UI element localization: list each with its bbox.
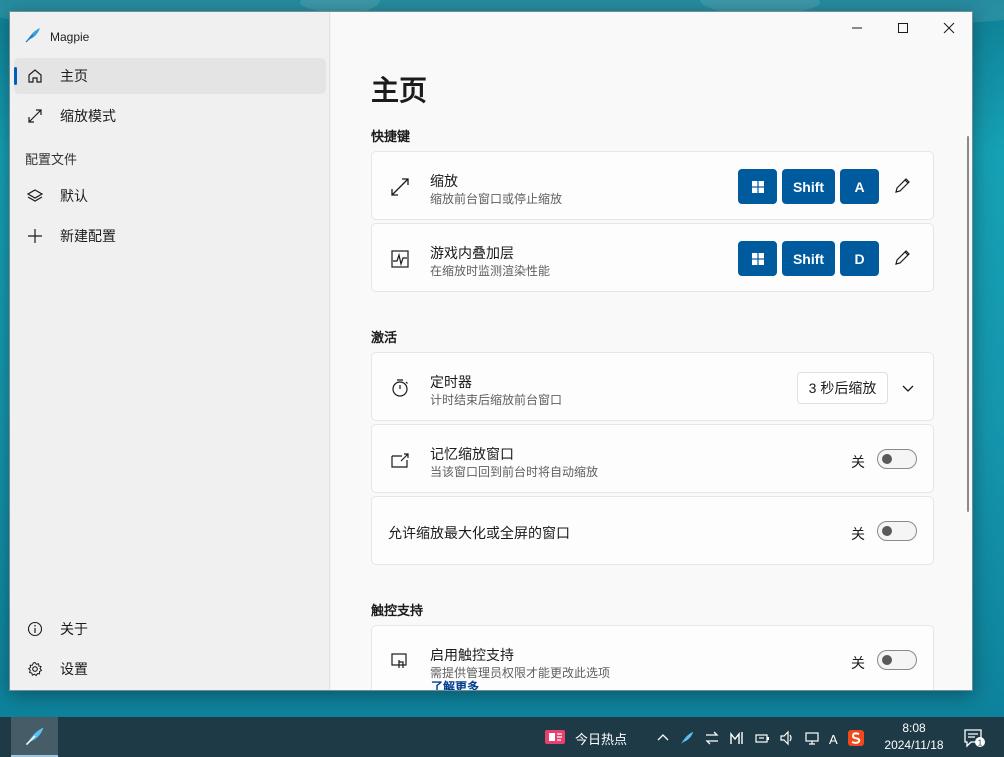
- allow-maximized-card: 允许缩放最大化或全屏的窗口 关: [371, 496, 934, 565]
- hotkey-card-scale: 缩放 缩放前台窗口或停止缩放 Shift A: [371, 151, 934, 220]
- letter-key: D: [840, 241, 879, 276]
- edit-pencil-icon[interactable]: [893, 247, 915, 269]
- nav-item-new-profile[interactable]: 新建配置: [14, 218, 326, 254]
- app-title: Magpie: [24, 26, 89, 47]
- edit-pencil-icon[interactable]: [893, 175, 915, 197]
- windows-key-icon: [738, 241, 777, 276]
- nav-item-about[interactable]: 关于: [14, 611, 326, 647]
- nav-label: 设置: [60, 661, 88, 677]
- card-subtitle: 在缩放时监测渲染性能: [430, 264, 551, 278]
- nav-item-home[interactable]: 主页: [14, 58, 326, 94]
- shift-key: Shift: [782, 241, 835, 276]
- main-content: 主页 快捷键 缩放 缩放前台窗口或停止缩放 Shift A 游戏内叠加层 在缩放…: [331, 12, 972, 690]
- remember-window-card: 记忆缩放窗口 当该窗口回到前台时将自动缩放 关: [371, 424, 934, 493]
- close-icon: [943, 22, 955, 34]
- card-title: 允许缩放最大化或全屏的窗口: [388, 525, 570, 541]
- allow-maximized-toggle[interactable]: [877, 521, 917, 541]
- nav-label: 默认: [60, 188, 88, 204]
- stopwatch-icon: [390, 378, 410, 398]
- info-icon: [26, 620, 44, 638]
- taskbar: 今日热点 A 8:08 2024/11/18 1: [0, 717, 1004, 757]
- nav-label: 关于: [60, 621, 88, 637]
- window-restore-icon: [390, 450, 410, 470]
- sogou-ime-icon[interactable]: [847, 729, 865, 750]
- card-title: 缩放: [430, 173, 458, 189]
- system-tray: A: [656, 729, 865, 750]
- volume-icon[interactable]: [779, 730, 795, 749]
- taskbar-magpie-button[interactable]: [11, 717, 58, 757]
- nav-item-default-profile[interactable]: 默认: [14, 178, 326, 214]
- toggle-knob: [882, 454, 892, 464]
- taskbar-clock[interactable]: 8:08 2024/11/18: [876, 720, 952, 754]
- activation-header: 激活: [371, 330, 398, 345]
- windows-key-icon: [738, 169, 777, 204]
- sidebar: Magpie 主页 缩放模式 配置文件 默认 新建配置 关于 设置: [10, 12, 330, 690]
- timer-dropdown[interactable]: 3 秒后缩放: [797, 372, 888, 404]
- resize-diagonal-icon: [390, 177, 410, 197]
- clock-time: 8:08: [902, 721, 926, 735]
- toggle-knob: [882, 526, 892, 536]
- news-widget[interactable]: 今日热点: [543, 727, 627, 750]
- shift-key: Shift: [782, 169, 835, 204]
- plus-icon: [26, 227, 44, 245]
- nav-label: 缩放模式: [60, 108, 116, 124]
- news-icon: [543, 727, 567, 750]
- nav-item-settings[interactable]: 设置: [14, 651, 326, 687]
- remember-window-toggle[interactable]: [877, 449, 917, 469]
- network-icon[interactable]: [804, 730, 820, 749]
- touch-support-toggle[interactable]: [877, 650, 917, 670]
- toggle-state-label: 关: [851, 655, 865, 671]
- magpie-feather-icon: [24, 26, 42, 47]
- notification-center-icon[interactable]: 1: [962, 727, 986, 754]
- card-subtitle: 计时结束后缩放前台窗口: [430, 393, 563, 407]
- nav-label: 新建配置: [60, 228, 116, 244]
- layers-icon: [26, 187, 44, 205]
- close-button[interactable]: [926, 12, 972, 44]
- battery-plug-icon[interactable]: [754, 730, 770, 749]
- touch-header: 触控支持: [371, 603, 424, 618]
- chevron-down-icon[interactable]: [900, 380, 916, 396]
- clock-date: 2024/11/18: [884, 738, 944, 752]
- hotkey-card-overlay: 游戏内叠加层 在缩放时监测渲染性能 Shift D: [371, 223, 934, 292]
- minimize-icon: [852, 27, 862, 29]
- signal-meter-icon[interactable]: [729, 730, 745, 749]
- gear-icon: [26, 660, 44, 678]
- page-title: 主页: [371, 75, 428, 106]
- touch-screen-icon: [390, 651, 410, 671]
- card-title: 游戏内叠加层: [430, 245, 514, 261]
- performance-chart-icon: [390, 249, 410, 269]
- toggle-state-label: 关: [851, 454, 865, 470]
- resize-diagonal-icon: [26, 107, 44, 125]
- card-title: 记忆缩放窗口: [430, 446, 514, 462]
- chevron-up-icon[interactable]: [656, 731, 670, 748]
- magpie-tray-icon[interactable]: [679, 730, 695, 749]
- home-icon: [26, 67, 44, 85]
- maximize-icon: [898, 23, 908, 33]
- nav-label: 主页: [60, 68, 88, 84]
- transfer-arrows-icon[interactable]: [704, 730, 720, 749]
- card-subtitle: 缩放前台窗口或停止缩放: [430, 192, 563, 206]
- toggle-state-label: 关: [851, 526, 865, 542]
- vertical-scrollbar[interactable]: [967, 136, 969, 512]
- hotkeys-header: 快捷键: [371, 129, 411, 144]
- toggle-knob: [882, 655, 892, 665]
- profiles-header: 配置文件: [25, 152, 78, 167]
- input-indicator[interactable]: A: [829, 732, 838, 747]
- learn-more-link[interactable]: 了解更多: [431, 678, 479, 690]
- minimize-button[interactable]: [834, 12, 880, 44]
- card-title: 启用触控支持: [430, 647, 514, 663]
- nav-item-scaling-modes[interactable]: 缩放模式: [14, 98, 326, 134]
- news-label: 今日热点: [575, 732, 628, 747]
- letter-key: A: [840, 169, 879, 204]
- timer-card: 定时器 计时结束后缩放前台窗口 3 秒后缩放: [371, 352, 934, 421]
- magpie-window: Magpie 主页 缩放模式 配置文件 默认 新建配置 关于 设置 主页 快捷键…: [9, 11, 973, 691]
- card-subtitle: 当该窗口回到前台时将自动缩放: [430, 465, 599, 479]
- notification-count: 1: [978, 739, 983, 748]
- card-title: 定时器: [430, 374, 472, 390]
- app-name: Magpie: [50, 29, 90, 44]
- selection-indicator: [14, 67, 17, 85]
- magpie-feather-icon: [25, 727, 44, 746]
- touch-support-card: 启用触控支持 需提供管理员权限才能更改此选项 了解更多 关: [371, 625, 934, 690]
- maximize-button[interactable]: [880, 12, 926, 44]
